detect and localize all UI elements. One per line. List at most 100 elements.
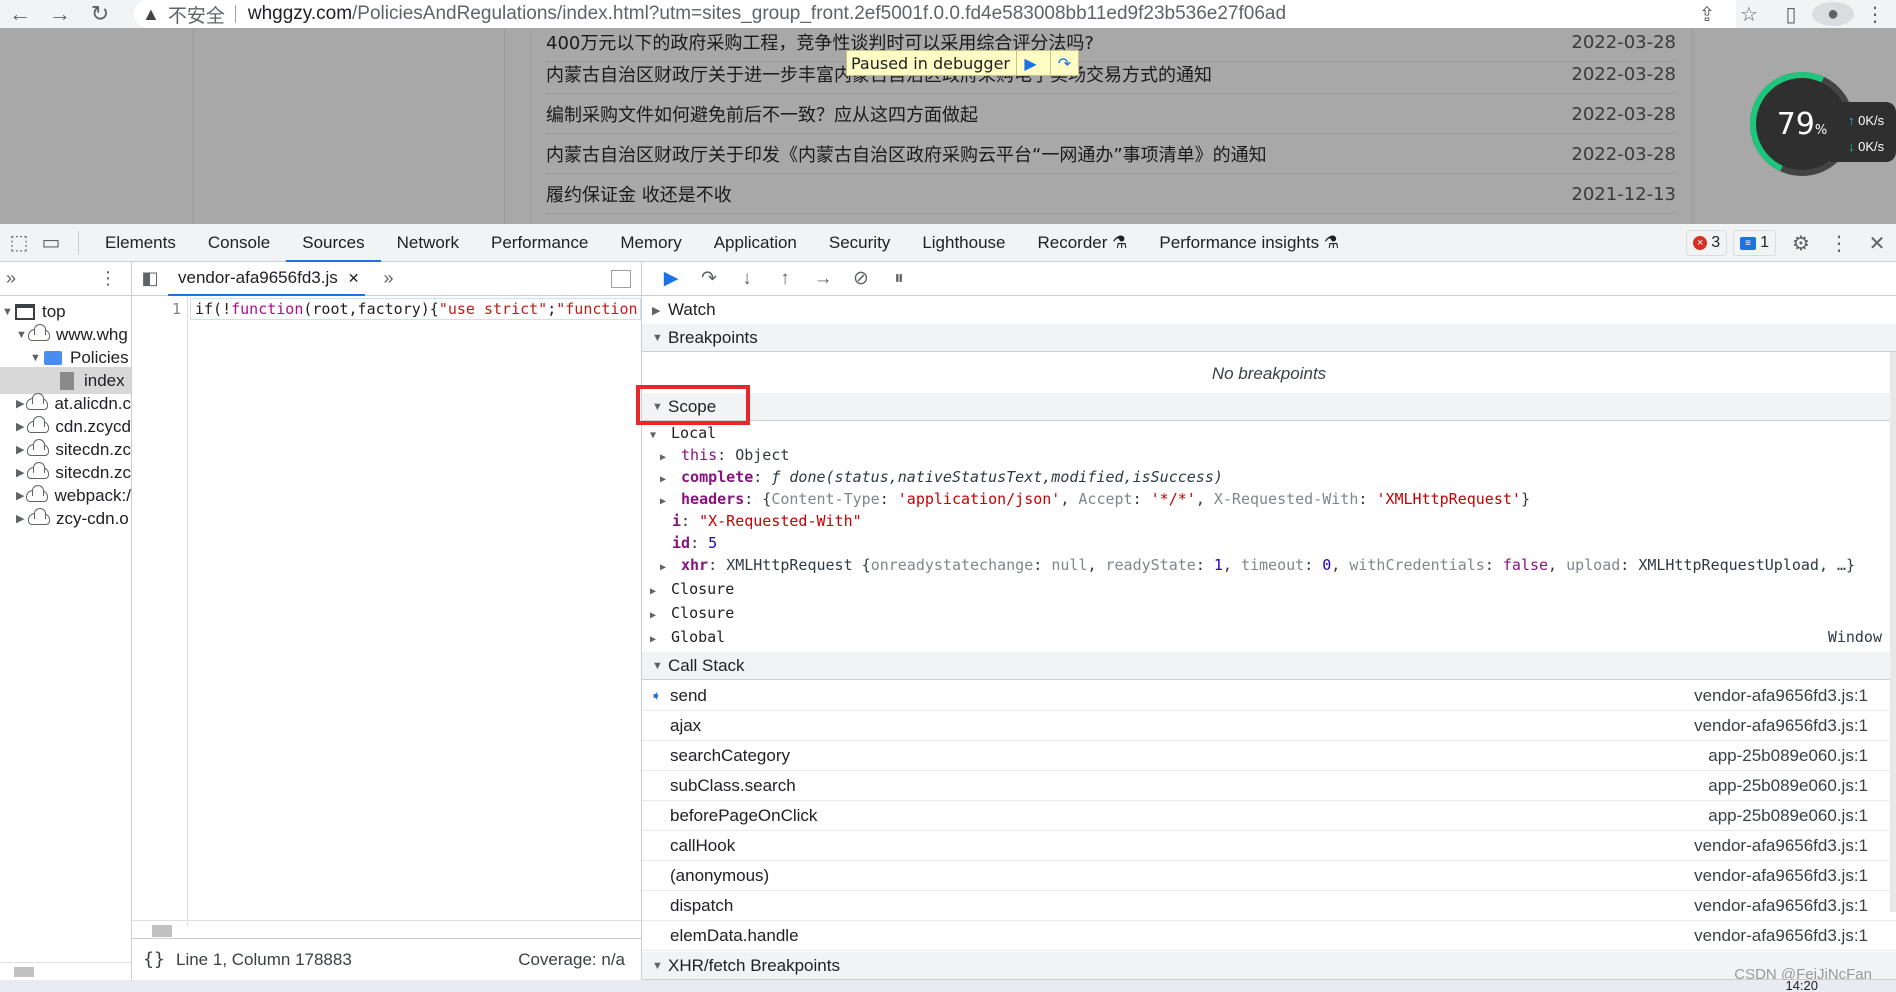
toggle-navigator-icon[interactable]: ◧ xyxy=(132,268,168,289)
reload-icon[interactable]: ↻ xyxy=(80,0,120,28)
expand-arrow-icon[interactable]: ▶ xyxy=(650,581,662,603)
step-icon[interactable]: → xyxy=(804,268,842,290)
news-title[interactable]: 履约保证金 收还是不收 xyxy=(546,181,732,207)
scope-var-i[interactable]: i: "X-Requested-With" xyxy=(642,510,1896,532)
news-item[interactable]: 编制采购文件如何避免前后不一致？应从这四方面做起 2022-03-28 xyxy=(546,94,1676,134)
call-frame[interactable]: (anonymous) vendor-afa9656fd3.js:1 xyxy=(642,861,1896,891)
resume-icon[interactable]: ▶ xyxy=(1016,51,1044,75)
step-over-icon[interactable]: ↷ xyxy=(690,267,728,290)
frame-location[interactable]: vendor-afa9656fd3.js:1 xyxy=(1694,836,1896,856)
expand-arrow-icon[interactable]: ▶ xyxy=(652,304,668,317)
frame-location[interactable]: vendor-afa9656fd3.js:1 xyxy=(1694,896,1896,916)
frame-location[interactable]: app-25b089e060.js:1 xyxy=(1708,776,1896,796)
avatar[interactable]: ● xyxy=(1812,2,1854,26)
expand-arrow-icon[interactable]: ▶ xyxy=(16,512,28,525)
scope-section-header[interactable]: ▼ Scope xyxy=(642,393,1896,421)
step-into-icon[interactable]: ↓ xyxy=(728,268,766,290)
frame-location[interactable]: app-25b089e060.js:1 xyxy=(1708,746,1896,766)
network-speed-widget[interactable]: 79% ↑ 0K/s ↓ 0K/s xyxy=(1735,57,1896,191)
collapse-arrow-icon[interactable]: ▼ xyxy=(652,660,668,672)
expand-arrow-icon[interactable]: ▶ xyxy=(16,489,26,502)
pause-on-exceptions-icon[interactable]: ⏸ xyxy=(880,268,918,290)
tab-recorder[interactable]: Recorder ⚗ xyxy=(1022,224,1144,262)
expand-arrow-icon[interactable]: ▶ xyxy=(650,605,662,627)
call-frame[interactable]: subClass.search app-25b089e060.js:1 xyxy=(642,771,1896,801)
gear-icon[interactable]: ⚙ xyxy=(1782,231,1820,256)
expand-arrow-icon[interactable]: ▶ xyxy=(16,397,26,410)
frame-location[interactable]: vendor-afa9656fd3.js:1 xyxy=(1694,866,1896,886)
line-number[interactable]: 1 xyxy=(172,300,181,318)
tab-elements[interactable]: Elements xyxy=(89,224,192,262)
url-text[interactable]: whggzy.com/PoliciesAndRegulations/index.… xyxy=(248,3,1286,25)
address-bar[interactable]: ▲ 不安全 whggzy.com/PoliciesAndRegulations/… xyxy=(134,0,1736,28)
frame-location[interactable]: vendor-afa9656fd3.js:1 xyxy=(1694,926,1896,946)
editor-file-tab[interactable]: vendor-afa9656fd3.js ✕ xyxy=(168,261,366,296)
tab-performance-insights[interactable]: Performance insights ⚗ xyxy=(1143,224,1355,262)
deactivate-breakpoints-icon[interactable]: ⊘ xyxy=(842,267,880,290)
news-item[interactable]: 履约保证金 收还是不收 2021-12-13 xyxy=(546,174,1676,214)
news-title[interactable]: 内蒙古自治区财政厅关于印发《内蒙古自治区政府采购云平台“一网通办”事项清单》的通… xyxy=(546,141,1267,167)
frame-location[interactable]: vendor-afa9656fd3.js:1 xyxy=(1694,716,1896,736)
share-icon[interactable]: ⇪ xyxy=(1686,2,1728,27)
call-frame[interactable]: ajax vendor-afa9656fd3.js:1 xyxy=(642,711,1896,741)
expand-arrow-icon[interactable]: ▼ xyxy=(16,329,28,341)
tab-console[interactable]: Console xyxy=(192,224,286,262)
forward-icon[interactable]: → xyxy=(40,0,80,28)
tab-application[interactable]: Application xyxy=(698,224,813,262)
close-tab-icon[interactable]: ✕ xyxy=(348,261,360,295)
close-icon[interactable]: ✕ xyxy=(1858,231,1896,256)
back-icon[interactable]: ← xyxy=(0,0,40,28)
menu-icon[interactable]: ⋮ xyxy=(1854,2,1896,27)
watch-section-header[interactable]: ▶ Watch xyxy=(642,296,1896,324)
scope-closure[interactable]: ▶ Closure xyxy=(642,602,1896,624)
step-out-icon[interactable]: ↑ xyxy=(766,268,804,290)
expand-arrow-icon[interactable]: ▶ xyxy=(16,443,27,456)
scope-closure[interactable]: ▶ Closure xyxy=(642,578,1896,600)
kebab-menu-icon[interactable]: ⋮ xyxy=(1820,231,1858,256)
expand-arrow-icon[interactable]: ▼ xyxy=(30,352,42,364)
navigator-scrollbar[interactable] xyxy=(0,962,131,980)
tab-network[interactable]: Network xyxy=(381,224,475,262)
expand-arrow-icon[interactable]: ▶ xyxy=(660,557,672,579)
toggle-debugger-icon[interactable] xyxy=(611,270,631,288)
step-over-icon[interactable]: ↷ xyxy=(1050,51,1078,75)
collapse-arrow-icon[interactable]: ▼ xyxy=(652,960,668,972)
expand-arrow-icon[interactable]: ▶ xyxy=(16,420,27,433)
kebab-menu-icon[interactable]: ⋮ xyxy=(99,268,117,289)
tree-item-domain[interactable]: ▶ zcy-cdn.o xyxy=(0,505,131,532)
more-tabs-icon[interactable]: » xyxy=(383,268,393,289)
call-frame[interactable]: dispatch vendor-afa9656fd3.js:1 xyxy=(642,891,1896,921)
tab-memory[interactable]: Memory xyxy=(604,224,697,262)
scrollbar-thumb[interactable] xyxy=(14,967,34,977)
scope-var-this[interactable]: ▶ this: Object xyxy=(642,444,1896,466)
scope-var-complete[interactable]: ▶ complete: ƒ done(status,nativeStatusTe… xyxy=(642,466,1896,488)
inspect-element-icon[interactable]: ⬚ xyxy=(6,230,32,255)
scope-local[interactable]: ▼ Local xyxy=(642,422,1896,444)
message-count-badge[interactable]: ≡ 1 xyxy=(1733,230,1776,256)
code-area[interactable]: 1 if(!function(root,factory){"use strict… xyxy=(132,296,641,926)
device-toolbar-icon[interactable]: ▭ xyxy=(38,230,64,255)
scope-global[interactable]: ▶ Global Window xyxy=(642,626,1896,648)
profile-icon[interactable]: ● xyxy=(1812,2,1854,26)
scrollbar-thumb[interactable] xyxy=(152,925,172,937)
frame-location[interactable]: vendor-afa9656fd3.js:1 xyxy=(1694,686,1896,706)
call-frame[interactable]: elemData.handle vendor-afa9656fd3.js:1 xyxy=(642,921,1896,951)
scope-var-headers[interactable]: ▶ headers: {Content-Type: 'application/j… xyxy=(642,488,1896,510)
pretty-print-icon[interactable]: {} xyxy=(132,949,176,970)
code-line[interactable]: if(!function(root,factory){"use strict";… xyxy=(190,298,641,320)
breakpoints-section-header[interactable]: ▼ Breakpoints xyxy=(642,324,1896,352)
call-stack-section-header[interactable]: ▼ Call Stack xyxy=(642,652,1896,680)
tab-lighthouse[interactable]: Lighthouse xyxy=(906,224,1021,262)
tab-performance[interactable]: Performance xyxy=(475,224,604,262)
collapse-arrow-icon[interactable]: ▼ xyxy=(652,332,668,344)
news-title[interactable]: 编制采购文件如何避免前后不一致？应从这四方面做起 xyxy=(546,101,978,127)
side-panel-icon[interactable]: ▯ xyxy=(1770,2,1812,27)
news-item[interactable]: 内蒙古自治区财政厅关于进一步丰富内蒙古自治区政府采购电子卖场交易方式的通知202… xyxy=(546,54,1676,94)
more-tabs-icon[interactable]: » xyxy=(6,268,16,289)
warning-icon[interactable]: ▲ xyxy=(142,4,160,25)
call-frame[interactable]: searchCategory app-25b089e060.js:1 xyxy=(642,741,1896,771)
call-frame[interactable]: beforePageOnClick app-25b089e060.js:1 xyxy=(642,801,1896,831)
tab-sources[interactable]: Sources xyxy=(286,224,382,262)
star-icon[interactable]: ☆ xyxy=(1728,2,1770,27)
debugger-scrollbar[interactable] xyxy=(1890,352,1896,912)
